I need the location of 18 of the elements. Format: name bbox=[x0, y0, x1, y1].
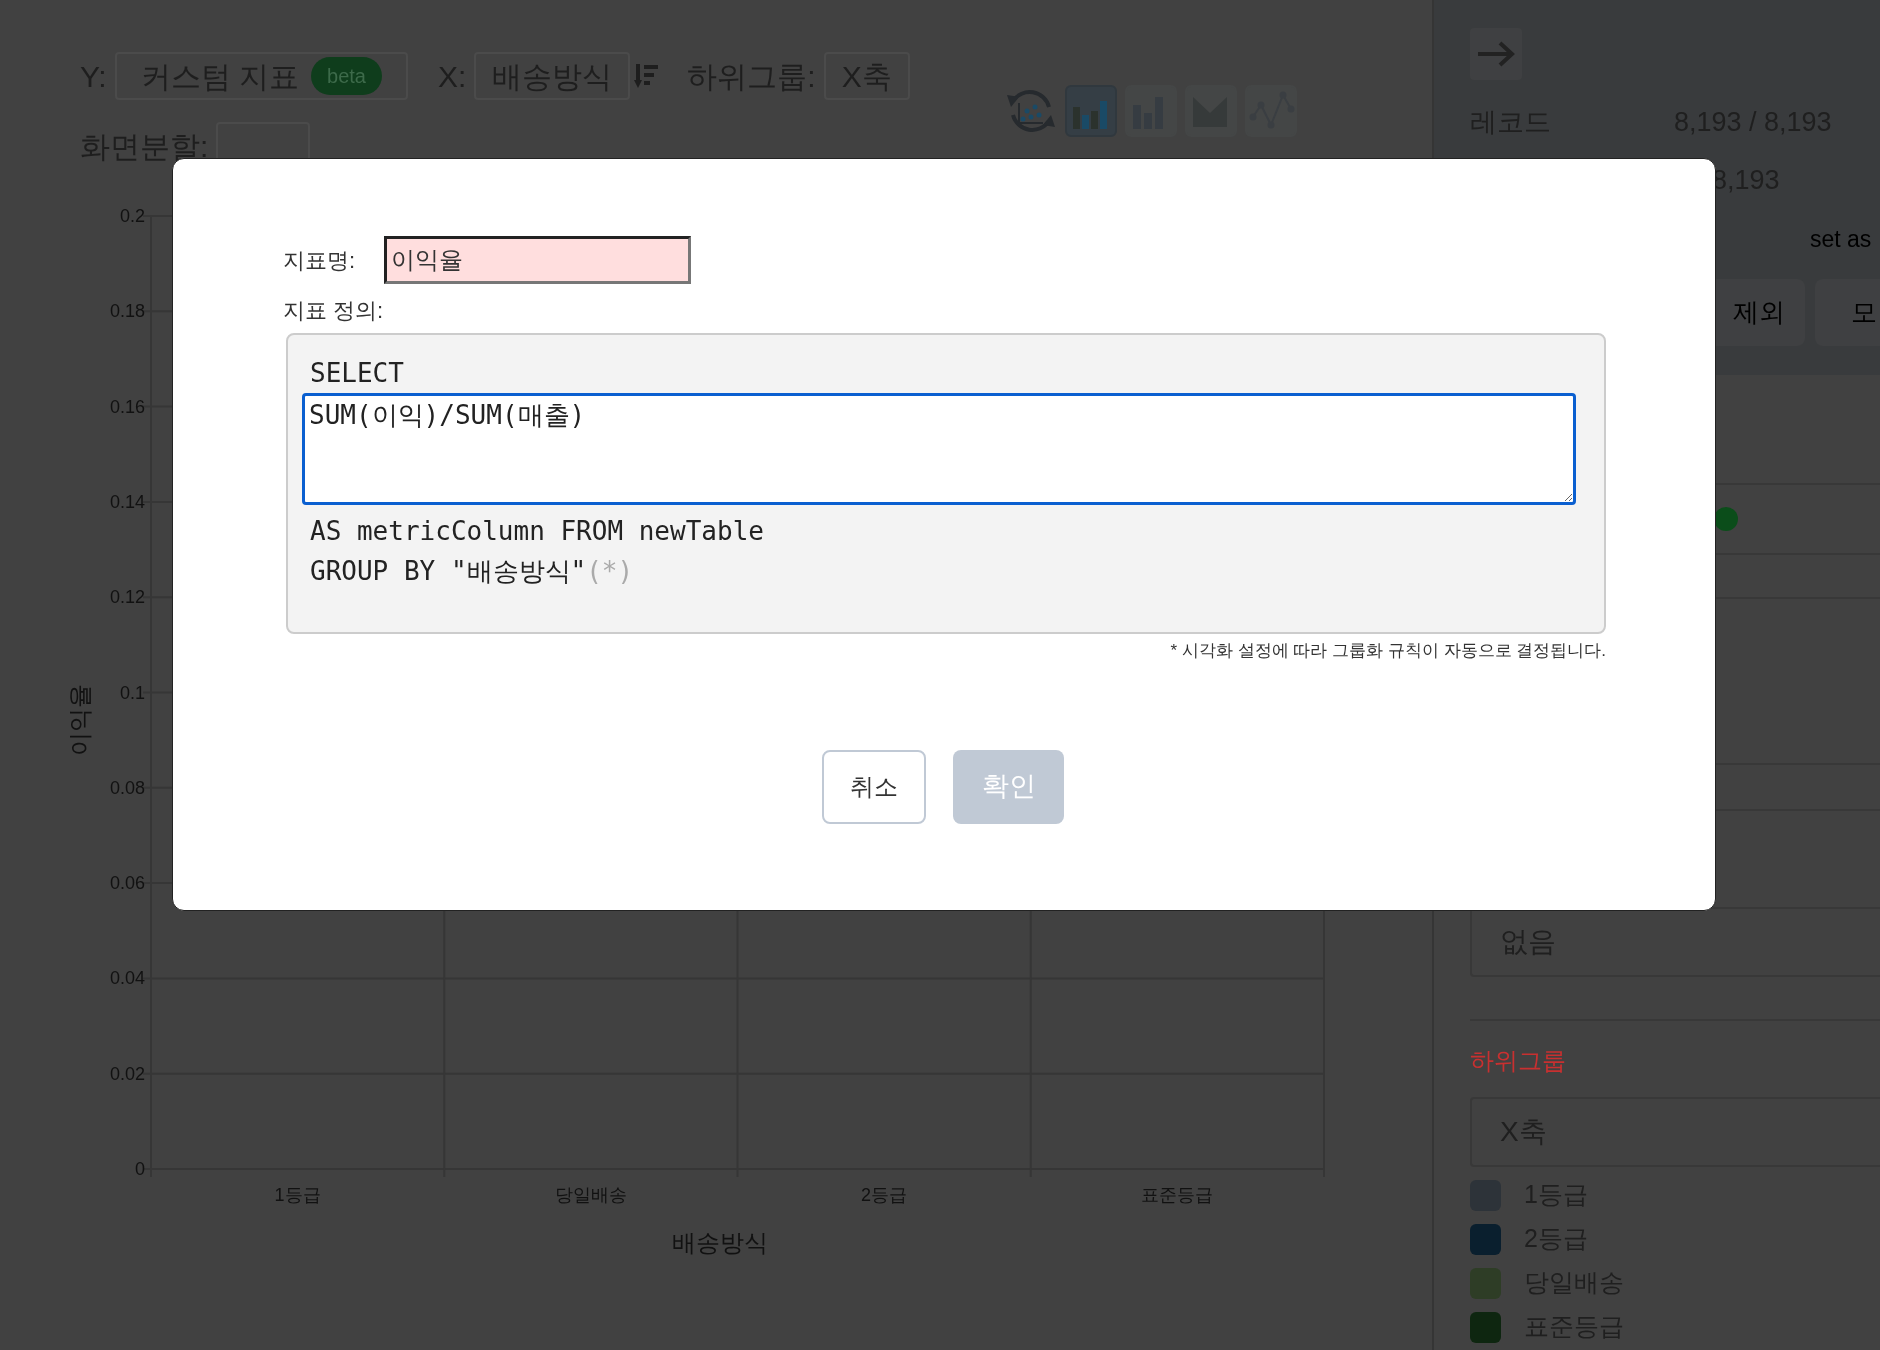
metric-name-label: 지표명: bbox=[283, 246, 357, 275]
set-as-label: set as bbox=[1810, 224, 1872, 254]
collapse-button[interactable] bbox=[1470, 28, 1522, 80]
sort-icon[interactable] bbox=[634, 62, 661, 90]
confirm-button[interactable]: 확인 bbox=[953, 749, 1064, 824]
expression-editor[interactable]: SUM(이익)/SUM(매출) bbox=[302, 393, 1576, 505]
select-keyword: SELECT bbox=[309, 357, 405, 390]
metric-name-input[interactable]: 이익율 bbox=[384, 236, 691, 284]
arrow-right-icon bbox=[1476, 40, 1516, 68]
group-by-note-mark: (*) bbox=[586, 555, 634, 588]
metric-definition-label: 지표 정의: bbox=[283, 297, 385, 325]
cancel-button[interactable]: 취소 bbox=[822, 749, 926, 824]
bar-chart-button[interactable] bbox=[1065, 85, 1117, 137]
filter-button[interactable]: 모 bbox=[1815, 279, 1880, 346]
grouping-note: * 시각화 설정에 따라 그룹화 규칙이 자동으로 결정됩니다. bbox=[1170, 640, 1606, 662]
group-by-clause: GROUP BY "배송방식" bbox=[310, 555, 587, 588]
subgroup-title: 하위그룹 bbox=[1470, 1046, 1567, 1075]
from-clause: AS metricColumn FROM newTable bbox=[309, 515, 765, 548]
